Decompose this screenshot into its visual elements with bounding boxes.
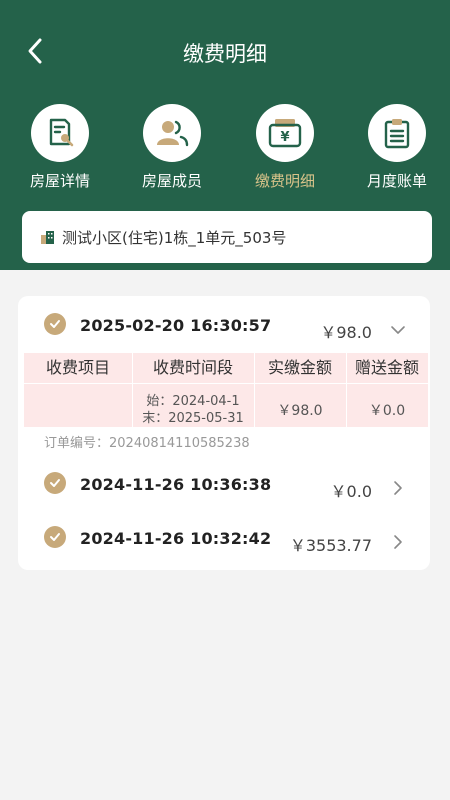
table-header: 赠送金额: [354, 358, 419, 377]
payment-datetime: 2024-11-26 10:36:38: [80, 475, 272, 494]
payment-row[interactable]: 2024-11-26 10:36:38 ￥0.0: [18, 467, 430, 507]
nav-label-monthly-bill: 月度账单: [366, 172, 427, 190]
building-icon: [41, 231, 54, 244]
order-number-value: 20240814110585238: [109, 436, 250, 451]
payment-amount: ￥3553.77: [289, 536, 372, 555]
chevron-down-icon[interactable]: [390, 322, 406, 338]
address-text: 测试小区(住宅)1栋_1单元_503号: [62, 228, 287, 247]
nav-house-members[interactable]: 房屋成员: [127, 104, 217, 191]
table-header: 收费项目: [45, 358, 110, 377]
payment-row[interactable]: 2025-02-20 16:30:57 ￥98.0: [18, 306, 430, 346]
nav-payment-detail[interactable]: ¥ 缴费明细: [240, 104, 330, 191]
bill-icon: [384, 119, 410, 149]
nav-label-house-members: 房屋成员: [141, 172, 202, 190]
nav-house-detail[interactable]: 房屋详情: [15, 104, 105, 191]
order-number: 订单编号：20240814110585238: [44, 432, 250, 451]
members-icon: [157, 120, 189, 147]
nav-label-house-detail: 房屋详情: [29, 172, 90, 190]
payment-datetime: 2024-11-26 10:32:42: [80, 529, 272, 548]
payment-icon: ¥: [268, 119, 302, 148]
table-cell-period-end: 末：2025-05-31: [142, 411, 244, 426]
table-header: 实缴金额: [267, 358, 332, 377]
address-card[interactable]: 测试小区(住宅)1栋_1单元_503号: [22, 211, 432, 263]
nav-label-payment-detail: 缴费明细: [254, 172, 315, 190]
chevron-right-icon[interactable]: [390, 534, 406, 550]
check-icon: [44, 472, 66, 494]
payment-detail-table: 收费项目 收费时间段 实缴金额 赠送金额 始：2024-04-1 末：2025-…: [24, 353, 428, 427]
payment-row[interactable]: 2024-11-26 10:32:42 ￥3553.77: [18, 520, 430, 560]
house-detail-icon: [49, 118, 74, 147]
chevron-right-icon[interactable]: [390, 480, 406, 496]
check-icon: [44, 313, 66, 335]
table-cell-paid: ￥98.0: [277, 403, 323, 419]
page-title: 缴费明细: [183, 42, 267, 66]
table-cell-gift: ￥0.0: [368, 403, 406, 419]
order-number-label: 订单编号：: [44, 436, 110, 451]
payment-amount: ￥0.0: [330, 482, 372, 501]
check-icon: [44, 526, 66, 548]
payment-datetime: 2025-02-20 16:30:57: [80, 316, 272, 335]
table-header: 收费时间段: [152, 358, 233, 377]
svg-text:¥: ¥: [280, 130, 289, 145]
nav-monthly-bill[interactable]: 月度账单: [352, 104, 442, 191]
payment-amount: ￥98.0: [320, 323, 372, 342]
